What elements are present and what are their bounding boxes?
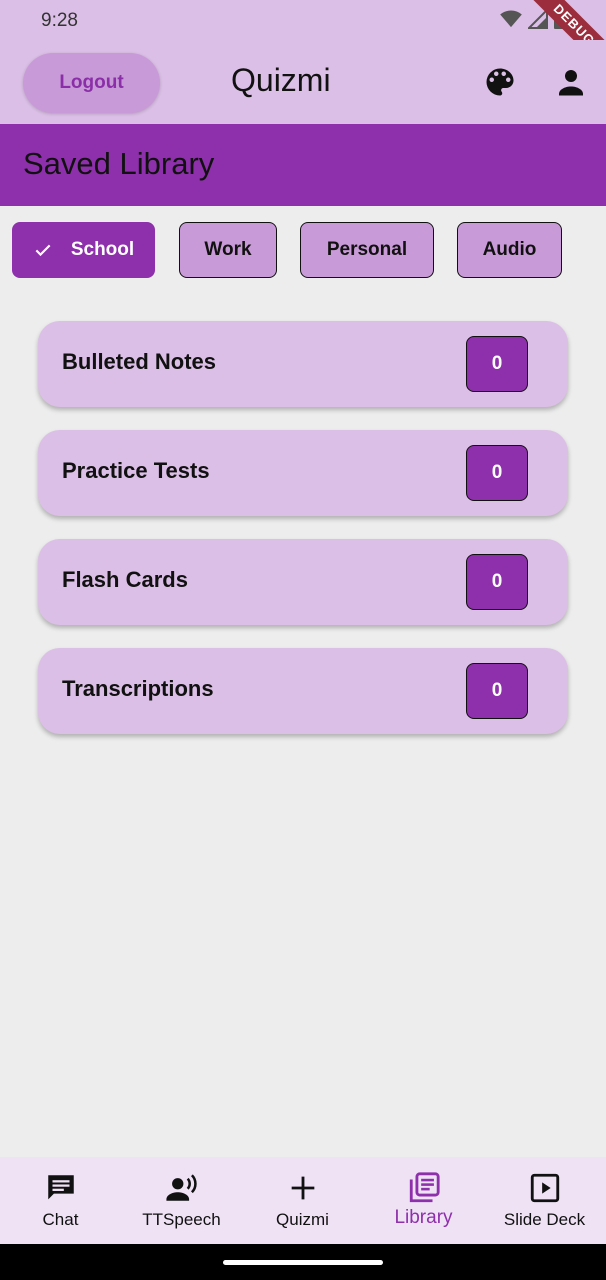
nav-item-quizmi[interactable]: Quizmi <box>242 1157 363 1244</box>
chip-personal[interactable]: Personal <box>300 222 434 278</box>
nav-item-library[interactable]: Library <box>363 1157 484 1244</box>
chip-label: School <box>70 239 135 260</box>
status-time: 9:28 <box>41 10 78 31</box>
chip-audio[interactable]: Audio <box>457 222 562 278</box>
record-voice-icon <box>165 1174 197 1201</box>
card-label: Bulleted Notes <box>62 349 217 374</box>
slideshow-icon <box>530 1173 559 1203</box>
count-badge: 0 <box>466 663 528 719</box>
count-badge: 0 <box>466 554 528 610</box>
count-badge: 0 <box>466 445 528 501</box>
palette-icon <box>486 68 514 96</box>
plus-icon <box>291 1176 314 1200</box>
system-nav-bar <box>0 1244 606 1280</box>
nav-item-chat[interactable]: Chat <box>0 1157 121 1244</box>
nav-label: Slide Deck <box>503 1210 586 1229</box>
chat-icon <box>47 1175 74 1200</box>
app-title: Quizmi <box>231 62 331 98</box>
nav-item-ttspeech[interactable]: TTSpeech <box>121 1157 242 1244</box>
status-bar: 9:28 DEBUG <box>0 0 606 83</box>
library-card-flash-cards[interactable]: Flash Cards 0 <box>38 539 568 625</box>
chip-label: Personal <box>326 239 408 260</box>
nav-item-slide-deck[interactable]: Slide Deck <box>484 1157 605 1244</box>
wifi-icon <box>500 10 522 28</box>
section-header: Saved Library <box>0 124 606 206</box>
nav-label: Chat <box>42 1210 79 1229</box>
section-title: Saved Library <box>23 146 215 181</box>
app-bar: Logout Quizmi <box>0 40 606 124</box>
library-card-practice-tests[interactable]: Practice Tests 0 <box>38 430 568 516</box>
library-card-bulleted-notes[interactable]: Bulleted Notes 0 <box>38 321 568 407</box>
profile-button[interactable] <box>553 64 589 100</box>
nav-label: TTSpeech <box>142 1210 221 1229</box>
nav-label: Library <box>394 1207 453 1228</box>
person-icon <box>559 70 583 96</box>
bottom-nav: Chat TTSpeech Quizmi Library Slide Deck <box>0 1157 606 1244</box>
card-label: Flash Cards <box>62 567 188 592</box>
palette-button[interactable] <box>482 64 518 100</box>
chip-school[interactable]: School <box>12 222 155 278</box>
home-indicator[interactable] <box>223 1260 383 1265</box>
library-books-icon <box>409 1172 440 1203</box>
chip-work[interactable]: Work <box>179 222 277 278</box>
card-label: Practice Tests <box>62 458 210 483</box>
check-icon <box>35 244 51 257</box>
library-card-transcriptions[interactable]: Transcriptions 0 <box>38 648 568 734</box>
logout-button[interactable]: Logout <box>23 53 160 113</box>
card-label: Transcriptions <box>62 676 214 701</box>
nav-label: Quizmi <box>276 1210 329 1229</box>
chip-label: Audio <box>482 239 537 260</box>
chip-label: Work <box>204 239 252 260</box>
count-badge: 0 <box>466 336 528 392</box>
